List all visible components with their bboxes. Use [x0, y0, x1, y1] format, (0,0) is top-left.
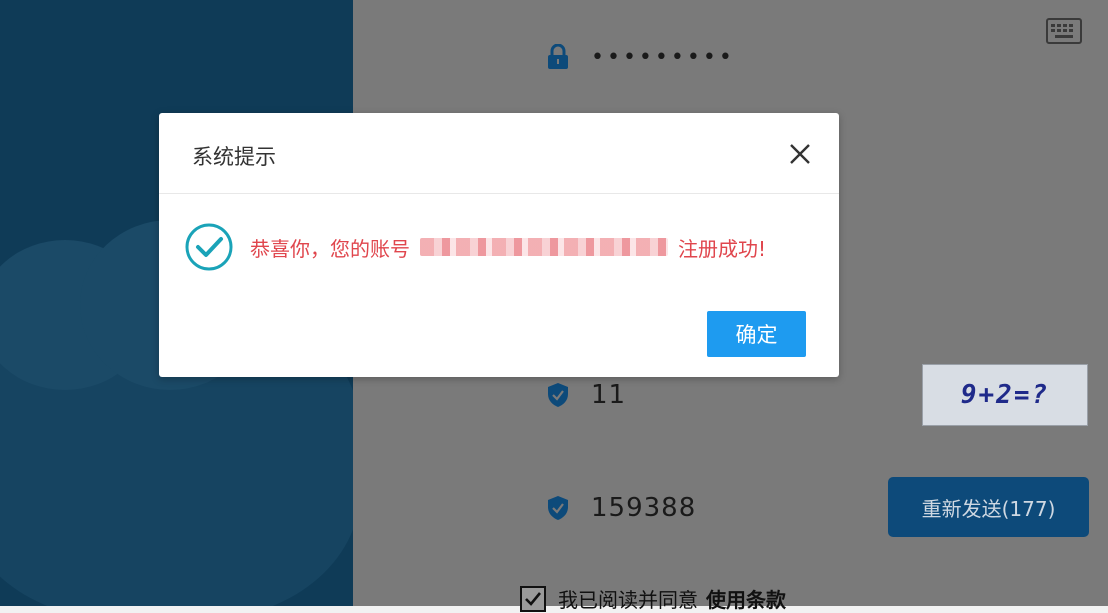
keyboard-icon[interactable] [1046, 18, 1082, 44]
message-suffix: 注册成功! [678, 236, 767, 261]
message-prefix: 恭喜你，您的账号 [250, 236, 410, 261]
lock-icon [545, 44, 571, 70]
password-mask: ••••••••• [591, 44, 735, 70]
resend-code-button[interactable]: 重新发送(177) [888, 477, 1089, 537]
password-field[interactable]: ••••••••• [523, 26, 1093, 88]
captcha-image[interactable]: 9+2=? [922, 364, 1088, 426]
dialog-body: 恭喜你，您的账号 注册成功! [184, 222, 766, 272]
system-prompt-dialog: 系统提示 恭喜你，您的账号 注册成功! 确定 [159, 113, 839, 377]
shield-icon [545, 382, 571, 408]
redacted-account [420, 238, 668, 256]
close-icon[interactable] [787, 141, 813, 167]
sms-code-value: 159388 [591, 493, 697, 523]
agree-text: 我已阅读并同意 [558, 588, 698, 612]
success-check-icon [185, 223, 233, 271]
shield-icon [545, 495, 571, 521]
dialog-title: 系统提示 [192, 145, 276, 169]
terms-link[interactable]: 使用条款 [706, 584, 786, 613]
dialog-header: 系统提示 [159, 113, 839, 194]
confirm-button[interactable]: 确定 [707, 311, 806, 357]
agree-terms-row: 我已阅读并同意 使用条款 [520, 584, 786, 613]
success-message: 恭喜你，您的账号 注册成功! [250, 233, 766, 262]
captcha-input-value: 11 [591, 380, 627, 410]
checkbox-checked-icon[interactable] [520, 585, 546, 612]
